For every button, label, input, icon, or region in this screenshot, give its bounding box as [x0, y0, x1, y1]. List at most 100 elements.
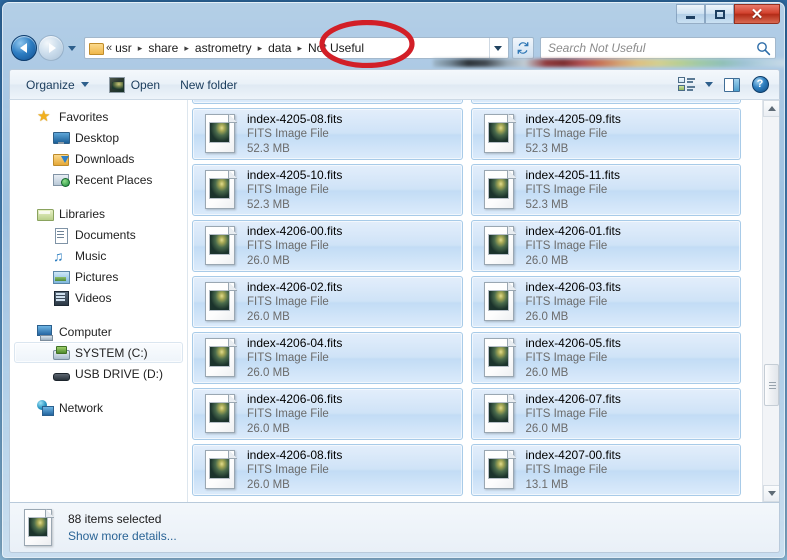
list-item[interactable]: index-4205-10.fits FITS Image File 52.3 … — [192, 164, 463, 216]
file-list-pane[interactable]: index-4205-06.fits FITS Image File 52.3 … — [188, 100, 779, 502]
refresh-button[interactable] — [512, 37, 534, 59]
refresh-icon — [517, 42, 529, 54]
scrollbar-thumb[interactable] — [764, 364, 779, 406]
sidebar-label: Pictures — [75, 269, 119, 284]
list-item[interactable]: index-4206-03.fits FITS Image File 26.0 … — [470, 276, 741, 328]
list-item[interactable]: index-4206-00.fits FITS Image File 26.0 … — [192, 220, 463, 272]
preview-pane-button[interactable] — [719, 73, 745, 97]
scroll-down-button[interactable] — [763, 485, 779, 502]
forward-button[interactable] — [38, 35, 64, 61]
file-type: FITS Image File — [525, 240, 608, 252]
view-dropdown-button[interactable] — [701, 73, 717, 97]
file-name: index-4206-04.fits — [247, 336, 343, 350]
sidebar-item-documents[interactable]: Documents — [14, 224, 183, 245]
file-type: FITS Image File — [525, 464, 608, 476]
forward-arrow-icon — [48, 43, 56, 53]
computer-icon — [37, 324, 53, 341]
fits-file-icon — [203, 336, 239, 380]
file-type: FITS Image File — [525, 296, 608, 308]
help-icon: ? — [751, 76, 769, 93]
list-item[interactable]: index-4206-06.fits FITS Image File 26.0 … — [192, 388, 463, 440]
help-button[interactable]: ? — [747, 73, 773, 97]
fits-file-icon — [203, 224, 239, 268]
recent-locations-button[interactable] — [64, 35, 80, 61]
usb-drive-icon — [53, 366, 70, 382]
sidebar-item-favorites[interactable]: ★ Favorites — [14, 106, 183, 127]
chevron-down-icon — [68, 45, 76, 51]
file-type: FITS Image File — [247, 408, 329, 420]
glass-reflection — [433, 59, 784, 67]
new-folder-button[interactable]: New folder — [170, 73, 247, 97]
file-type: FITS Image File — [247, 128, 329, 140]
file-info: index-4205-10.fits FITS Image File 52.3 … — [247, 167, 342, 213]
breadcrumb-item-share[interactable]: share — [147, 40, 179, 56]
list-item[interactable]: index-4205-08.fits FITS Image File 52.3 … — [192, 108, 463, 160]
list-item[interactable]: index-4207-00.fits FITS Image File 13.1 … — [470, 444, 741, 496]
show-more-details-link[interactable]: Show more details... — [68, 529, 177, 543]
sidebar-item-usb-drive-d[interactable]: USB DRIVE (D:) — [14, 363, 183, 384]
sidebar-item-recent-places[interactable]: Recent Places — [14, 169, 183, 190]
fits-file-icon — [203, 392, 239, 436]
sidebar-item-libraries[interactable]: Libraries — [14, 203, 183, 224]
breadcrumb-item-usr[interactable]: usr — [114, 40, 133, 56]
list-item[interactable]: index-4206-08.fits FITS Image File 26.0 … — [192, 444, 463, 496]
search-icon[interactable] — [756, 41, 771, 56]
organize-button[interactable]: Organize — [16, 73, 99, 97]
navigation-pane: ★ Favorites Desktop Downloads Recent Pla… — [10, 100, 188, 502]
address-dropdown-button[interactable] — [489, 38, 506, 58]
file-name: index-4206-05.fits — [525, 336, 621, 350]
breadcrumb-item-not-useful[interactable]: Not Useful — [307, 40, 365, 56]
file-name: index-4206-07.fits — [525, 392, 621, 406]
fits-file-icon — [203, 448, 239, 492]
search-box[interactable] — [540, 37, 776, 59]
preview-pane-icon — [724, 77, 740, 92]
back-button[interactable] — [11, 35, 37, 61]
recent-places-icon — [53, 172, 70, 188]
vertical-scrollbar[interactable] — [762, 100, 779, 502]
list-item[interactable]: index-4206-04.fits FITS Image File 26.0 … — [192, 332, 463, 384]
file-name: index-4206-06.fits — [247, 392, 343, 406]
breadcrumb-item-astrometry[interactable]: astrometry — [194, 40, 253, 56]
list-item[interactable]: index-4205-09.fits FITS Image File 52.3 … — [470, 108, 741, 160]
list-item[interactable]: index-4206-02.fits FITS Image File 26.0 … — [192, 276, 463, 328]
file-name: index-4206-08.fits — [247, 448, 343, 462]
sidebar-label: Computer — [59, 324, 112, 339]
file-type: FITS Image File — [247, 352, 329, 364]
minimize-button[interactable] — [676, 4, 705, 24]
folder-icon — [88, 41, 104, 55]
scroll-up-button[interactable] — [763, 100, 779, 117]
file-name: index-4205-08.fits — [247, 112, 343, 126]
sidebar-item-network[interactable]: Network — [14, 397, 183, 418]
close-button[interactable]: ✕ — [734, 4, 780, 24]
breadcrumb-item-data[interactable]: data — [267, 40, 292, 56]
breadcrumb-overflow[interactable]: « — [106, 42, 114, 54]
list-item[interactable]: index-4206-01.fits FITS Image File 26.0 … — [470, 220, 741, 272]
list-item[interactable]: index-4206-07.fits FITS Image File 26.0 … — [470, 388, 741, 440]
fits-file-icon — [203, 168, 239, 212]
sidebar-item-desktop[interactable]: Desktop — [14, 127, 183, 148]
sidebar-item-videos[interactable]: Videos — [14, 287, 183, 308]
fits-file-icon — [482, 336, 518, 380]
maximize-button[interactable] — [705, 4, 734, 24]
list-item[interactable]: index-4205-07.fits FITS Image File 52.3 … — [470, 100, 741, 104]
search-input[interactable] — [548, 41, 756, 55]
sidebar-label: Documents — [75, 227, 136, 242]
file-size: 52.3 MB — [525, 199, 569, 211]
file-name: index-4205-09.fits — [525, 112, 621, 126]
file-name: index-4206-02.fits — [247, 280, 343, 294]
sidebar-item-system-c[interactable]: SYSTEM (C:) — [14, 342, 183, 363]
sidebar-item-music[interactable]: ♫ Music — [14, 245, 183, 266]
sidebar-item-downloads[interactable]: Downloads — [14, 148, 183, 169]
nav-group-favorites: ★ Favorites Desktop Downloads Recent Pla… — [10, 106, 187, 190]
address-bar[interactable]: « usr ▸ share ▸ astrometry ▸ data ▸ Not … — [84, 37, 509, 59]
change-view-button[interactable] — [673, 73, 699, 97]
file-name: index-4207-00.fits — [525, 448, 621, 462]
open-button[interactable]: Open — [99, 73, 170, 97]
list-item[interactable]: index-4205-06.fits FITS Image File 52.3 … — [192, 100, 463, 104]
sidebar-item-computer[interactable]: Computer — [14, 321, 183, 342]
documents-icon — [53, 227, 69, 244]
list-item[interactable]: index-4205-11.fits FITS Image File 52.3 … — [470, 164, 741, 216]
list-item[interactable]: index-4206-05.fits FITS Image File 26.0 … — [470, 332, 741, 384]
chevron-down-icon — [705, 82, 713, 87]
sidebar-item-pictures[interactable]: Pictures — [14, 266, 183, 287]
